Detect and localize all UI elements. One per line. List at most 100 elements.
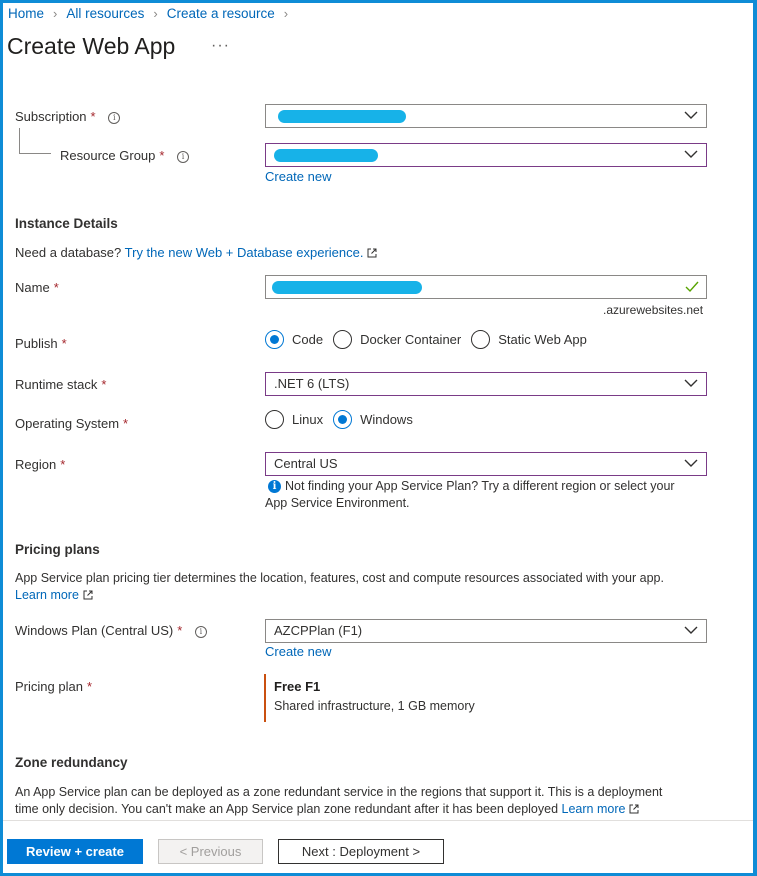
- name-label-text: Name: [15, 280, 50, 295]
- region-value: Central US: [274, 456, 338, 471]
- external-link-icon: [83, 590, 93, 600]
- learn-more-text: Learn more: [15, 588, 79, 602]
- name-input[interactable]: [265, 275, 707, 299]
- windows-plan-label: Windows Plan (Central US) * i: [15, 623, 207, 638]
- windows-plan-dropdown[interactable]: AZCPPlan (F1): [265, 619, 707, 643]
- next-deployment-button[interactable]: Next : Deployment >: [278, 839, 444, 864]
- required-marker: *: [53, 280, 59, 295]
- os-radio-group: Linux Windows: [265, 410, 423, 429]
- region-hint: i Not finding your App Service Plan? Try …: [265, 478, 675, 512]
- footer-divider: [3, 820, 753, 821]
- zone-learn-more-link[interactable]: Learn more: [562, 802, 640, 816]
- pricing-learn-more-link[interactable]: Learn more: [15, 588, 93, 602]
- page-title: Create Web App: [7, 33, 176, 59]
- required-marker: *: [123, 416, 129, 431]
- publish-option-static[interactable]: Static Web App: [471, 330, 587, 349]
- publish-label-text: Publish: [15, 336, 58, 351]
- required-marker: *: [86, 679, 92, 694]
- radio-icon: [265, 410, 284, 429]
- database-prompt: Need a database? Try the new Web + Datab…: [15, 245, 377, 260]
- region-dropdown[interactable]: Central US: [265, 452, 707, 476]
- resource-group-label: Resource Group * i: [60, 148, 190, 163]
- publish-option-docker[interactable]: Docker Container: [333, 330, 461, 349]
- os-option-windows[interactable]: Windows: [333, 410, 413, 429]
- publish-option-label: Code: [292, 332, 324, 347]
- subscription-label-text: Subscription: [15, 109, 87, 124]
- pricing-plan-details: Shared infrastructure, 1 GB memory: [274, 699, 475, 713]
- chevron-down-icon: [684, 626, 698, 634]
- tree-connector: [19, 128, 20, 154]
- required-marker: *: [60, 457, 66, 472]
- chevron-down-icon: [684, 459, 698, 467]
- radio-selected-icon: [265, 330, 284, 349]
- radio-selected-icon: [333, 410, 353, 429]
- subscription-label: Subscription * i: [15, 109, 121, 124]
- external-link-icon: [629, 804, 639, 814]
- os-option-label: Linux: [292, 412, 324, 427]
- publish-option-label: Docker Container: [360, 332, 462, 347]
- runtime-stack-label: Runtime stack *: [15, 377, 106, 392]
- resource-group-dropdown[interactable]: [265, 143, 707, 167]
- info-icon[interactable]: i: [108, 112, 121, 124]
- review-create-button[interactable]: Review + create: [7, 839, 143, 864]
- info-icon[interactable]: i: [194, 626, 207, 638]
- info-filled-icon: i: [268, 480, 281, 493]
- publish-option-code[interactable]: Code: [265, 330, 323, 349]
- checkmark-icon: [685, 281, 699, 293]
- breadcrumb-create-resource[interactable]: Create a resource: [167, 6, 275, 21]
- zone-redundancy-title: Zone redundancy: [15, 755, 128, 770]
- chevron-down-icon: [684, 150, 698, 158]
- chevron-down-icon: [684, 111, 698, 119]
- chevron-right-icon: ›: [153, 6, 158, 21]
- web-database-link[interactable]: Try the new Web + Database experience.: [125, 245, 378, 260]
- instance-details-title: Instance Details: [15, 216, 118, 231]
- region-label-text: Region: [15, 457, 57, 472]
- breadcrumb-home[interactable]: Home: [8, 6, 44, 21]
- zone-redundancy-description: An App Service plan can be deployed as a…: [15, 784, 662, 818]
- pricing-plan-accent-bar: [264, 674, 266, 722]
- runtime-stack-dropdown[interactable]: .NET 6 (LTS): [265, 372, 707, 396]
- database-prompt-text: Need a database?: [15, 245, 122, 260]
- redacted-mark: [278, 110, 406, 123]
- info-icon[interactable]: i: [177, 151, 190, 163]
- radio-icon: [471, 330, 491, 349]
- required-marker: *: [177, 623, 183, 638]
- create-new-plan-link[interactable]: Create new: [265, 644, 331, 659]
- web-database-link-text: Try the new Web + Database experience.: [124, 245, 364, 260]
- breadcrumb: Home › All resources › Create a resource…: [8, 6, 297, 21]
- window-frame: [0, 0, 757, 876]
- chevron-right-icon: ›: [283, 6, 289, 21]
- os-option-linux[interactable]: Linux: [265, 410, 323, 429]
- resource-group-label-text: Resource Group: [60, 148, 156, 163]
- domain-suffix: .azurewebsites.net: [603, 303, 704, 317]
- region-hint-line2: App Service Environment.: [265, 496, 410, 510]
- create-new-resource-group-link[interactable]: Create new: [265, 169, 331, 184]
- region-label: Region *: [15, 457, 65, 472]
- subscription-dropdown[interactable]: [265, 104, 707, 128]
- os-label-text: Operating System: [15, 416, 120, 431]
- more-options-button[interactable]: ···: [211, 37, 230, 55]
- chevron-right-icon: ›: [53, 6, 58, 21]
- pricing-plans-title: Pricing plans: [15, 542, 100, 557]
- publish-radio-group: Code Docker Container Static Web App: [265, 330, 597, 349]
- required-marker: *: [101, 377, 107, 392]
- zone-redundancy-line2: time only decision. You can't make an Ap…: [15, 802, 559, 816]
- required-marker: *: [61, 336, 67, 351]
- region-hint-line1: Not finding your App Service Plan? Try a…: [285, 479, 675, 493]
- pricing-plan-label: Pricing plan *: [15, 679, 92, 694]
- redacted-mark: [274, 149, 378, 162]
- zone-redundancy-line1: An App Service plan can be deployed as a…: [15, 785, 663, 799]
- runtime-stack-label-text: Runtime stack: [15, 377, 98, 392]
- windows-plan-value: AZCPPlan (F1): [274, 623, 363, 638]
- redacted-mark: [272, 281, 422, 294]
- publish-option-label: Static Web App: [498, 332, 587, 347]
- pricing-plan-label-text: Pricing plan: [15, 679, 83, 694]
- previous-button[interactable]: < Previous: [158, 839, 263, 864]
- os-label: Operating System *: [15, 416, 128, 431]
- required-marker: *: [159, 148, 165, 163]
- breadcrumb-all-resources[interactable]: All resources: [66, 6, 144, 21]
- os-option-label: Windows: [360, 412, 413, 427]
- publish-label: Publish *: [15, 336, 67, 351]
- tree-connector-h: [19, 153, 51, 154]
- chevron-down-icon: [684, 379, 698, 387]
